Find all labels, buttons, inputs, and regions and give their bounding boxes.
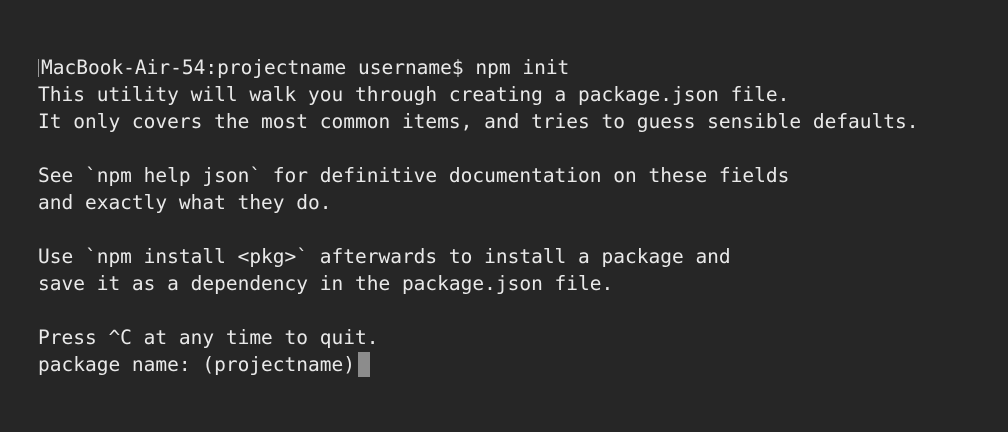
output-line-4: See `npm help json` for definitive docum… [38, 164, 790, 187]
output-line-6 [38, 216, 1008, 243]
input-line[interactable]: package name: (projectname) [38, 351, 1008, 378]
block-cursor [357, 352, 370, 377]
output-line-7: Use `npm install <pkg>` afterwards to in… [38, 245, 731, 268]
input-prompt-label: package name: (projectname) [38, 353, 355, 376]
output-line-1: This utility will walk you through creat… [38, 83, 790, 106]
output-line-10: Press ^C at any time to quit. [38, 326, 379, 349]
output-line-2: It only covers the most common items, an… [38, 110, 919, 133]
output-line-9 [38, 297, 1008, 324]
prompt-line: MacBook-Air-54:projectname username$ npm… [38, 54, 1008, 81]
output-line-5: and exactly what they do. [38, 191, 332, 214]
terminal-window[interactable]: MacBook-Air-54:projectname username$ npm… [0, 0, 1008, 432]
output-line-8: save it as a dependency in the package.j… [38, 272, 614, 295]
prompt-command-text: MacBook-Air-54:projectname username$ npm… [41, 56, 570, 79]
output-line-3 [38, 135, 1008, 162]
text-insertion-mark [38, 59, 40, 77]
